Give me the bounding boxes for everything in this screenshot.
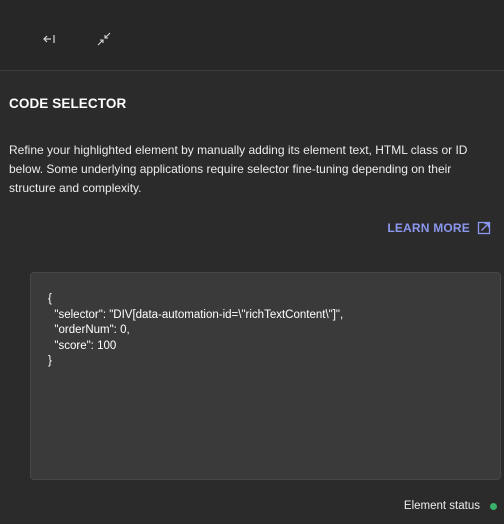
code-selector-panel: CODE SELECTOR Refine your highlighted el… bbox=[0, 0, 504, 524]
learn-more-link[interactable]: LEARN MORE bbox=[387, 221, 491, 235]
section-title: CODE SELECTOR bbox=[9, 96, 127, 111]
section-description: Refine your highlighted element by manua… bbox=[9, 143, 468, 195]
external-link-icon bbox=[477, 221, 491, 235]
element-status-label: Element status bbox=[403, 500, 480, 512]
arrow-left-to-bar-icon[interactable] bbox=[39, 28, 61, 50]
element-status: Element status bbox=[404, 500, 497, 512]
learn-more-label: LEARN MORE bbox=[387, 221, 470, 235]
status-dot-icon bbox=[490, 502, 497, 510]
panel-toolbar bbox=[0, 0, 504, 71]
selector-code-text[interactable]: { "selector": "DIV[data-automation-id=\"… bbox=[48, 292, 343, 370]
arrows-collapse-icon[interactable] bbox=[93, 28, 115, 50]
selector-code-editor[interactable]: { "selector": "DIV[data-automation-id=\"… bbox=[30, 272, 501, 480]
